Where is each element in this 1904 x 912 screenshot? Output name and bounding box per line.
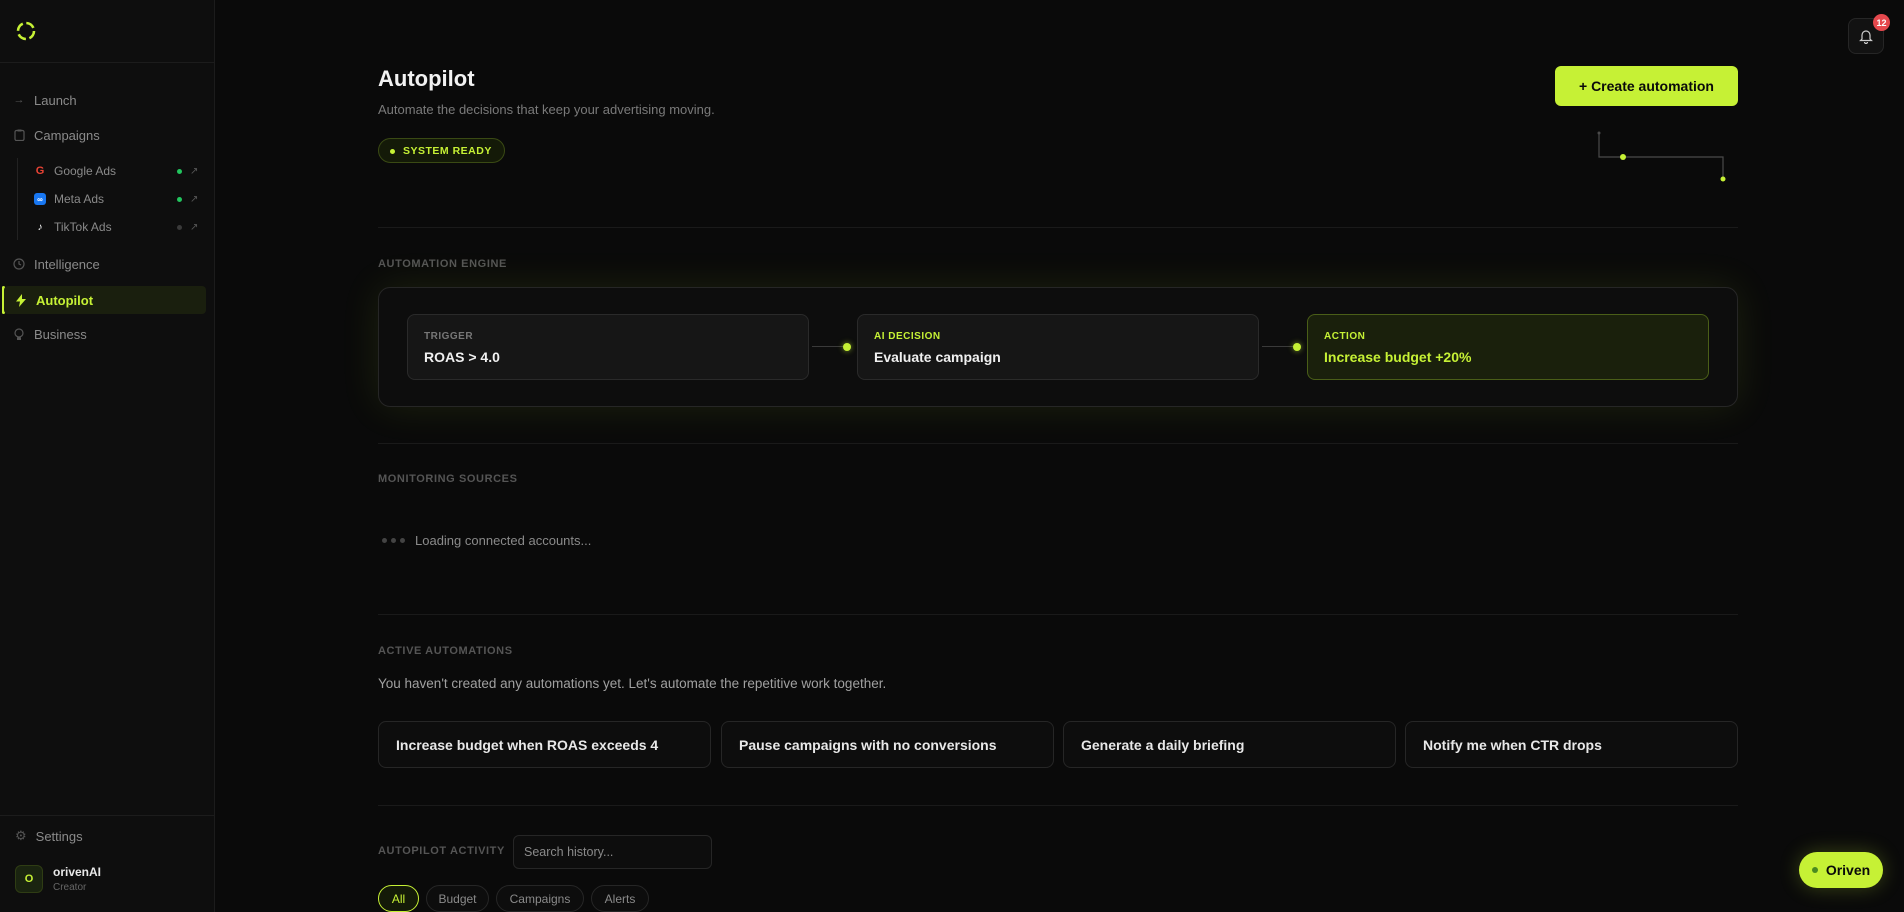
logo-icon[interactable] — [15, 20, 37, 42]
bulb-icon — [12, 327, 26, 341]
sidebar-item-label: Campaigns — [34, 127, 100, 143]
loading-indicator: Loading connected accounts... — [382, 533, 591, 548]
status-dot — [1811, 867, 1818, 873]
connector-line — [812, 346, 846, 347]
sidebar-item-label: Business — [34, 326, 87, 342]
sidebar-item-intelligence[interactable]: Intelligence — [0, 250, 215, 278]
filter-alerts[interactable]: Alerts — [591, 885, 649, 912]
suggestion-card[interactable]: Increase budget when ROAS exceeds 4 — [378, 721, 711, 768]
sidebar-item-settings[interactable]: ⚙ Settings — [0, 822, 215, 850]
divider — [378, 805, 1738, 806]
sidebar-item-meta-ads[interactable]: ∞ Meta Ads ↗ — [34, 188, 204, 210]
status-badge: SYSTEM READY — [378, 138, 505, 163]
assistant-button[interactable]: Oriven — [1799, 852, 1883, 888]
section-label-activity: AUTOPILOT ACTIVITY — [378, 845, 505, 857]
divider — [378, 227, 1738, 228]
step-value: ROAS > 4.0 — [424, 349, 500, 365]
bell-icon — [1859, 29, 1873, 44]
suggestion-card[interactable]: Generate a daily briefing — [1063, 721, 1396, 768]
sidebar-item-business[interactable]: Business — [0, 320, 215, 348]
status-dot — [177, 224, 182, 230]
tiktok-icon: ♪ — [37, 221, 43, 233]
external-link-icon[interactable]: ↗ — [190, 166, 198, 177]
history-search-input[interactable] — [513, 835, 712, 869]
circuit-decoration — [1597, 131, 1726, 182]
clipboard-icon — [12, 128, 26, 142]
suggestion-card[interactable]: Notify me when CTR drops — [1405, 721, 1738, 768]
meta-icon: ∞ — [34, 193, 46, 205]
user-name: orivenAI — [53, 865, 102, 879]
page-title: Autopilot — [378, 66, 475, 91]
sidebar-item-label: Intelligence — [34, 256, 100, 272]
sidebar-item-autopilot[interactable]: Autopilot — [4, 286, 206, 314]
step-label: TRIGGER — [424, 331, 474, 342]
user-profile[interactable]: O orivenAI Creator — [15, 865, 101, 893]
sidebar-item-launch[interactable]: → Launch — [0, 86, 215, 114]
loading-dots-icon — [382, 538, 405, 543]
arrow-right-icon: → — [13, 94, 25, 106]
engine-step-trigger[interactable]: TRIGGER ROAS > 4.0 — [407, 314, 809, 380]
section-label-monitoring: MONITORING SOURCES — [378, 473, 518, 485]
status-dot — [177, 196, 182, 202]
section-label-engine: AUTOMATION ENGINE — [378, 258, 507, 270]
google-icon: G — [35, 165, 45, 177]
sidebar-item-label: Meta Ads — [54, 192, 105, 206]
step-value: Increase budget +20% — [1324, 349, 1472, 365]
filter-campaigns[interactable]: Campaigns — [496, 885, 584, 912]
section-label-active-automations: ACTIVE AUTOMATIONS — [378, 645, 513, 657]
clock-icon — [12, 257, 26, 271]
create-automation-button[interactable]: + Create automation — [1555, 66, 1738, 106]
status-dot — [177, 168, 182, 174]
divider — [378, 443, 1738, 444]
suggestion-card[interactable]: Pause campaigns with no conversions — [721, 721, 1054, 768]
step-label: AI DECISION — [874, 331, 941, 342]
connector-dot — [843, 343, 851, 351]
user-role: Creator — [53, 882, 87, 893]
sidebar-item-label: Launch — [34, 92, 77, 108]
assistant-button-label: Oriven — [1825, 862, 1871, 878]
notification-count-badge: 12 — [1873, 14, 1890, 31]
sidebar-item-label: Autopilot — [36, 292, 94, 308]
sidebar-item-campaigns[interactable]: Campaigns — [0, 121, 215, 149]
step-label: ACTION — [1324, 331, 1366, 342]
bolt-icon — [14, 293, 28, 307]
divider — [378, 614, 1738, 615]
external-link-icon[interactable]: ↗ — [190, 222, 198, 233]
page-subtitle: Automate the decisions that keep your ad… — [378, 102, 715, 117]
step-value: Evaluate campaign — [874, 349, 1001, 365]
campaign-tree-line — [17, 158, 18, 240]
filter-all[interactable]: All — [378, 885, 419, 912]
sidebar-item-google-ads[interactable]: G Google Ads ↗ — [34, 160, 204, 182]
filter-budget[interactable]: Budget — [426, 885, 489, 912]
sidebar-item-label: Settings — [35, 828, 83, 844]
empty-state-text: You haven't created any automations yet.… — [378, 676, 887, 691]
connector-line — [1262, 346, 1296, 347]
engine-step-ai-decision[interactable]: AI DECISION Evaluate campaign — [857, 314, 1259, 380]
gear-icon: ⚙ — [15, 828, 27, 843]
sidebar-item-tiktok-ads[interactable]: ♪ TikTok Ads ↗ — [34, 216, 204, 238]
avatar: O — [15, 865, 43, 893]
loading-text: Loading connected accounts... — [415, 533, 592, 548]
connector-dot — [1293, 343, 1301, 351]
external-link-icon[interactable]: ↗ — [190, 194, 198, 205]
logo-area — [0, 0, 214, 63]
sidebar-item-label: TikTok Ads — [54, 220, 112, 234]
engine-step-action[interactable]: ACTION Increase budget +20% — [1307, 314, 1709, 380]
sidebar-item-label: Google Ads — [54, 164, 117, 178]
